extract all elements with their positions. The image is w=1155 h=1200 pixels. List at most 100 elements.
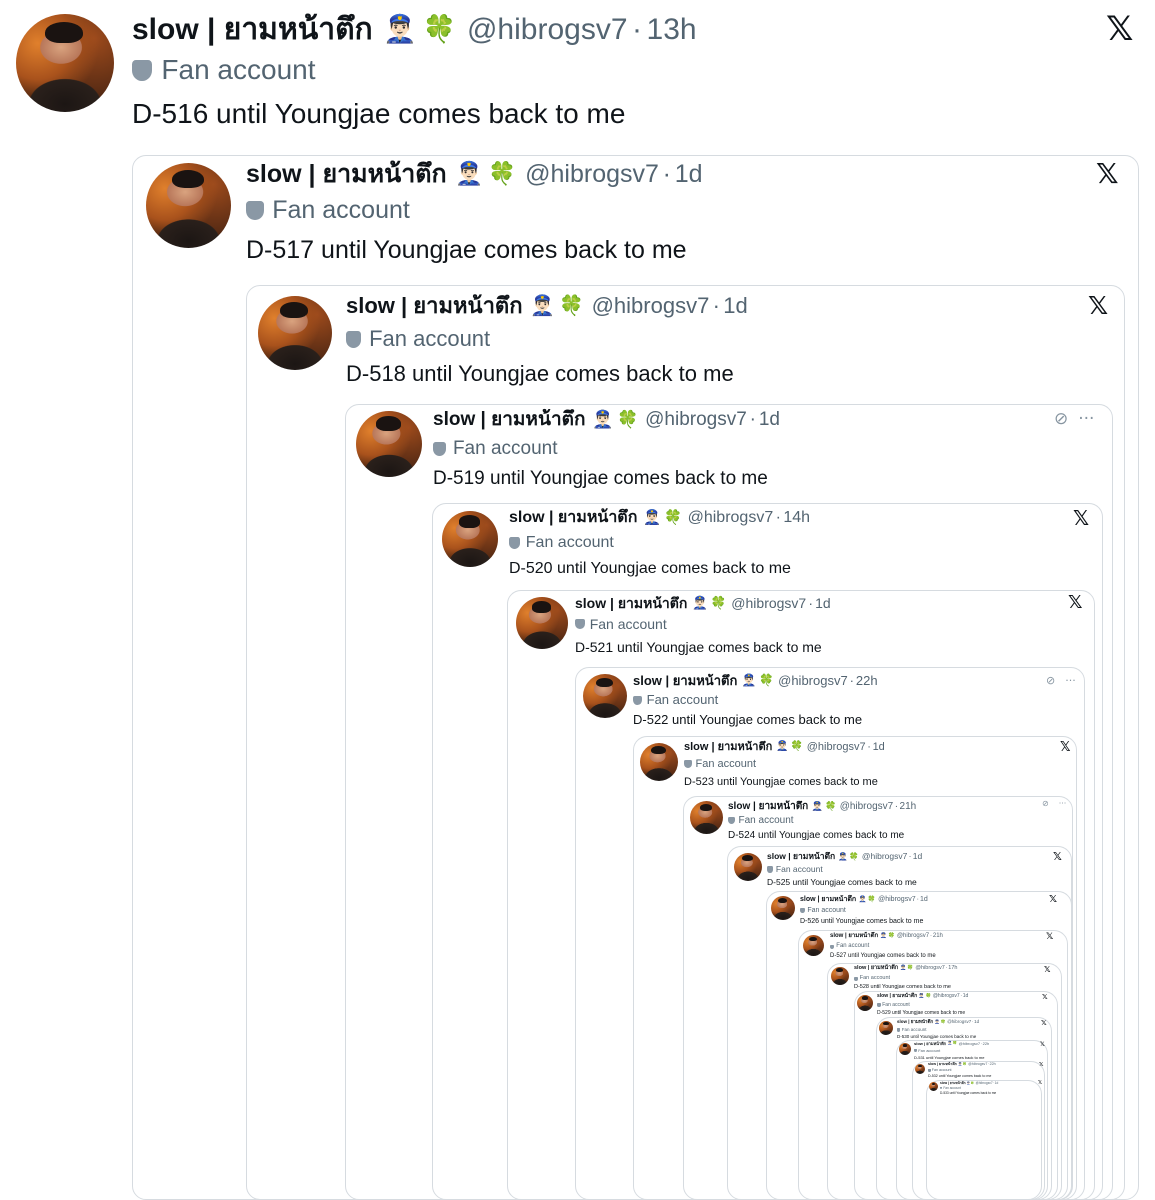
timestamp[interactable]: 21h (933, 933, 943, 941)
user-handle[interactable]: @hibrogsv7 (947, 1019, 971, 1025)
user-handle[interactable]: @hibrogsv7 (915, 965, 944, 972)
avatar[interactable] (771, 896, 795, 920)
avatar[interactable] (146, 163, 231, 248)
user-handle[interactable]: @hibrogsv7 (840, 800, 894, 813)
more-dots-icon[interactable]: ··· (1065, 674, 1076, 687)
display-name[interactable]: slow | ยามหน้าตึก (132, 10, 373, 49)
user-handle[interactable]: @hibrogsv7 (592, 292, 710, 321)
user-handle[interactable]: @hibrogsv7 (968, 1062, 987, 1067)
timestamp[interactable]: 1d (723, 292, 747, 321)
timestamp[interactable]: 17h (948, 965, 957, 972)
timestamp[interactable]: 1d (675, 158, 703, 191)
avatar[interactable] (899, 1043, 911, 1055)
more-dots-icon[interactable]: ··· (1078, 409, 1094, 429)
timestamp[interactable]: 1d (873, 740, 885, 754)
avatar-hair (280, 301, 309, 319)
x-logo-icon[interactable]: 𝕏 (1068, 594, 1083, 612)
timestamp[interactable]: 13h (647, 10, 697, 49)
more-dots-icon[interactable]: ··· (1059, 799, 1067, 808)
avatar[interactable] (929, 1082, 938, 1091)
user-handle[interactable]: @hibrogsv7 (933, 993, 960, 1000)
timestamp[interactable]: 1d (974, 1019, 979, 1025)
user-handle[interactable]: @hibrogsv7 (525, 158, 659, 191)
x-logo-icon[interactable]: 𝕏 (1053, 851, 1062, 862)
display-name[interactable]: slow | ยามหน้าตึก (346, 292, 523, 321)
x-logo-icon[interactable]: 𝕏 (1106, 12, 1133, 46)
user-handle[interactable]: @hibrogsv7 (467, 10, 628, 49)
avatar[interactable] (258, 296, 332, 370)
display-name[interactable]: slow | ยามหน้าตึก (509, 508, 637, 529)
x-logo-icon[interactable]: 𝕏 (1046, 933, 1053, 942)
avatar[interactable] (442, 511, 498, 567)
avatar[interactable] (640, 743, 678, 781)
avatar[interactable] (583, 674, 627, 718)
avatar[interactable] (831, 967, 849, 985)
avatar[interactable] (734, 853, 762, 881)
user-handle[interactable]: @hibrogsv7 (959, 1041, 980, 1046)
grok-icon[interactable]: ⊘ (1046, 675, 1055, 686)
quoted-tweet-card[interactable] (926, 1080, 1042, 1200)
display-name[interactable]: slow | ยามหน้าตึก (854, 965, 898, 972)
avatar[interactable] (516, 597, 568, 649)
display-name[interactable]: slow | ยามหน้าตึก (433, 408, 585, 433)
display-name[interactable]: slow | ยามหน้าตึก (928, 1062, 957, 1067)
user-handle[interactable]: @hibrogsv7 (878, 895, 915, 904)
grok-icon[interactable]: ⊘ (1054, 411, 1068, 428)
display-name[interactable]: slow | ยามหน้าตึก (800, 895, 856, 904)
timestamp[interactable]: 1d (759, 408, 780, 433)
display-name[interactable]: slow | ยามหน้าตึก (877, 993, 917, 1000)
timestamp[interactable]: 1d (815, 594, 831, 612)
user-handle[interactable]: @hibrogsv7 (645, 408, 747, 433)
display-name[interactable]: slow | ยามหน้าตึก (728, 800, 808, 813)
x-logo-icon[interactable]: 𝕏 (1041, 1020, 1047, 1027)
user-handle[interactable]: @hibrogsv7 (731, 594, 806, 612)
more-icon[interactable]: ⊘ ··· (1046, 675, 1076, 686)
display-name[interactable]: slow | ยามหน้าตึก (246, 158, 447, 191)
x-logo-icon[interactable]: 𝕏 (1044, 966, 1050, 974)
shield-icon (854, 976, 858, 981)
user-handle[interactable]: @hibrogsv7 (976, 1081, 993, 1085)
grok-icon[interactable]: ⊘ (1042, 800, 1049, 808)
timestamp[interactable]: 22h (990, 1062, 996, 1067)
user-handle[interactable]: @hibrogsv7 (778, 673, 848, 690)
more-icon[interactable]: ⊘ ··· (1054, 411, 1094, 428)
more-icon[interactable]: ⊘ ··· (1042, 800, 1066, 808)
timestamp[interactable]: 1d (913, 851, 922, 862)
user-handle[interactable]: @hibrogsv7 (688, 508, 774, 529)
display-name[interactable]: slow | ยามหน้าตึก (830, 933, 878, 941)
x-logo-icon[interactable]: 𝕏 (1049, 895, 1057, 905)
avatar[interactable] (803, 935, 824, 956)
timestamp[interactable]: 14h (783, 508, 810, 529)
display-name[interactable]: slow | ยามหน้าตึก (914, 1041, 946, 1046)
x-logo-icon[interactable]: 𝕏 (1039, 1062, 1043, 1069)
timestamp[interactable]: 1d (963, 993, 969, 1000)
timestamp[interactable]: 22h (856, 673, 878, 690)
timestamp[interactable]: 1d (920, 895, 928, 904)
x-logo-icon[interactable]: 𝕏 (1060, 741, 1070, 754)
display-name[interactable]: slow | ยามหน้าตึก (633, 673, 737, 690)
x-logo-icon[interactable]: 𝕏 (1038, 1081, 1042, 1086)
user-handle[interactable]: @hibrogsv7 (807, 740, 866, 754)
avatar[interactable] (915, 1064, 925, 1074)
clover-emoji: 🍀 (962, 1062, 967, 1066)
avatar[interactable] (356, 411, 422, 477)
avatar[interactable] (16, 14, 114, 112)
user-handle[interactable]: @hibrogsv7 (897, 933, 929, 941)
x-logo-icon[interactable]: 𝕏 (1096, 160, 1119, 188)
display-name[interactable]: slow | ยามหน้าตึก (897, 1019, 933, 1025)
display-name[interactable]: slow | ยามหน้าตึก (767, 851, 835, 862)
avatar[interactable] (879, 1021, 893, 1035)
user-handle[interactable]: @hibrogsv7 (862, 851, 907, 862)
avatar[interactable] (857, 995, 873, 1011)
timestamp[interactable]: 1d (995, 1081, 999, 1085)
x-logo-icon[interactable]: 𝕏 (1042, 994, 1048, 1001)
timestamp[interactable]: 21h (900, 800, 917, 813)
timestamp[interactable]: 22h (983, 1041, 990, 1046)
x-logo-icon[interactable]: 𝕏 (1073, 508, 1089, 528)
x-logo-icon[interactable]: 𝕏 (1088, 293, 1108, 318)
avatar[interactable] (690, 801, 723, 834)
display-name[interactable]: slow | ยามหน้าตึก (940, 1081, 966, 1085)
display-name[interactable]: slow | ยามหน้าตึก (684, 740, 772, 754)
x-logo-icon[interactable]: 𝕏 (1040, 1042, 1045, 1048)
display-name[interactable]: slow | ยามหน้าตึก (575, 594, 687, 612)
